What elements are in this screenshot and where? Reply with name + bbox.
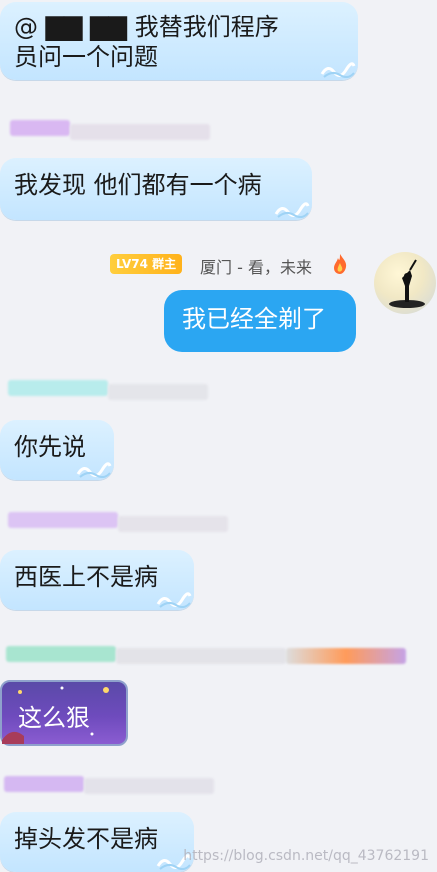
message-bubble-5[interactable]: 西医上不是病: [0, 550, 194, 610]
wave-decoration-icon: [156, 592, 192, 608]
message-text: 我已经全剃了: [182, 305, 326, 333]
message-text-line2: 员问一个问题: [14, 43, 158, 71]
level-badge: LV74 群主: [110, 254, 183, 274]
role-text: 群主: [152, 257, 177, 271]
message-text: 西医上不是病: [14, 563, 158, 591]
message-bubble-2[interactable]: 我发现 他们都有一个病: [0, 158, 312, 220]
starry-decoration-icon: [2, 686, 109, 744]
wave-decoration-icon: [76, 462, 112, 478]
message-bubble-1[interactable]: @ ▇▇ ▇▇ 我替我们程序 员问一个问题: [0, 2, 358, 80]
avatar[interactable]: [374, 252, 436, 314]
message-bubble-7[interactable]: 掉头发不是病: [0, 812, 194, 872]
level-text: LV74: [116, 257, 148, 271]
watermark: https://blog.csdn.net/qq_43762191: [183, 848, 429, 864]
message-text: 我发现 他们都有一个病: [14, 171, 262, 199]
message-bubble-4[interactable]: 你先说: [0, 420, 114, 480]
person-silhouette-icon: [389, 259, 425, 308]
sender-name: 厦门 - 看，未来: [200, 258, 312, 277]
message-text: 掉头发不是病: [14, 825, 158, 853]
my-message-bubble[interactable]: 我已经全剃了: [164, 290, 356, 352]
message-text-line1: @ ▇▇ ▇▇ 我替我们程序: [14, 13, 279, 41]
message-text: 你先说: [14, 433, 86, 461]
message-bubble-6[interactable]: 这么狠: [0, 680, 128, 746]
wave-decoration-icon: [320, 62, 356, 78]
flame-icon: [334, 254, 347, 274]
wave-decoration-icon: [274, 202, 310, 218]
